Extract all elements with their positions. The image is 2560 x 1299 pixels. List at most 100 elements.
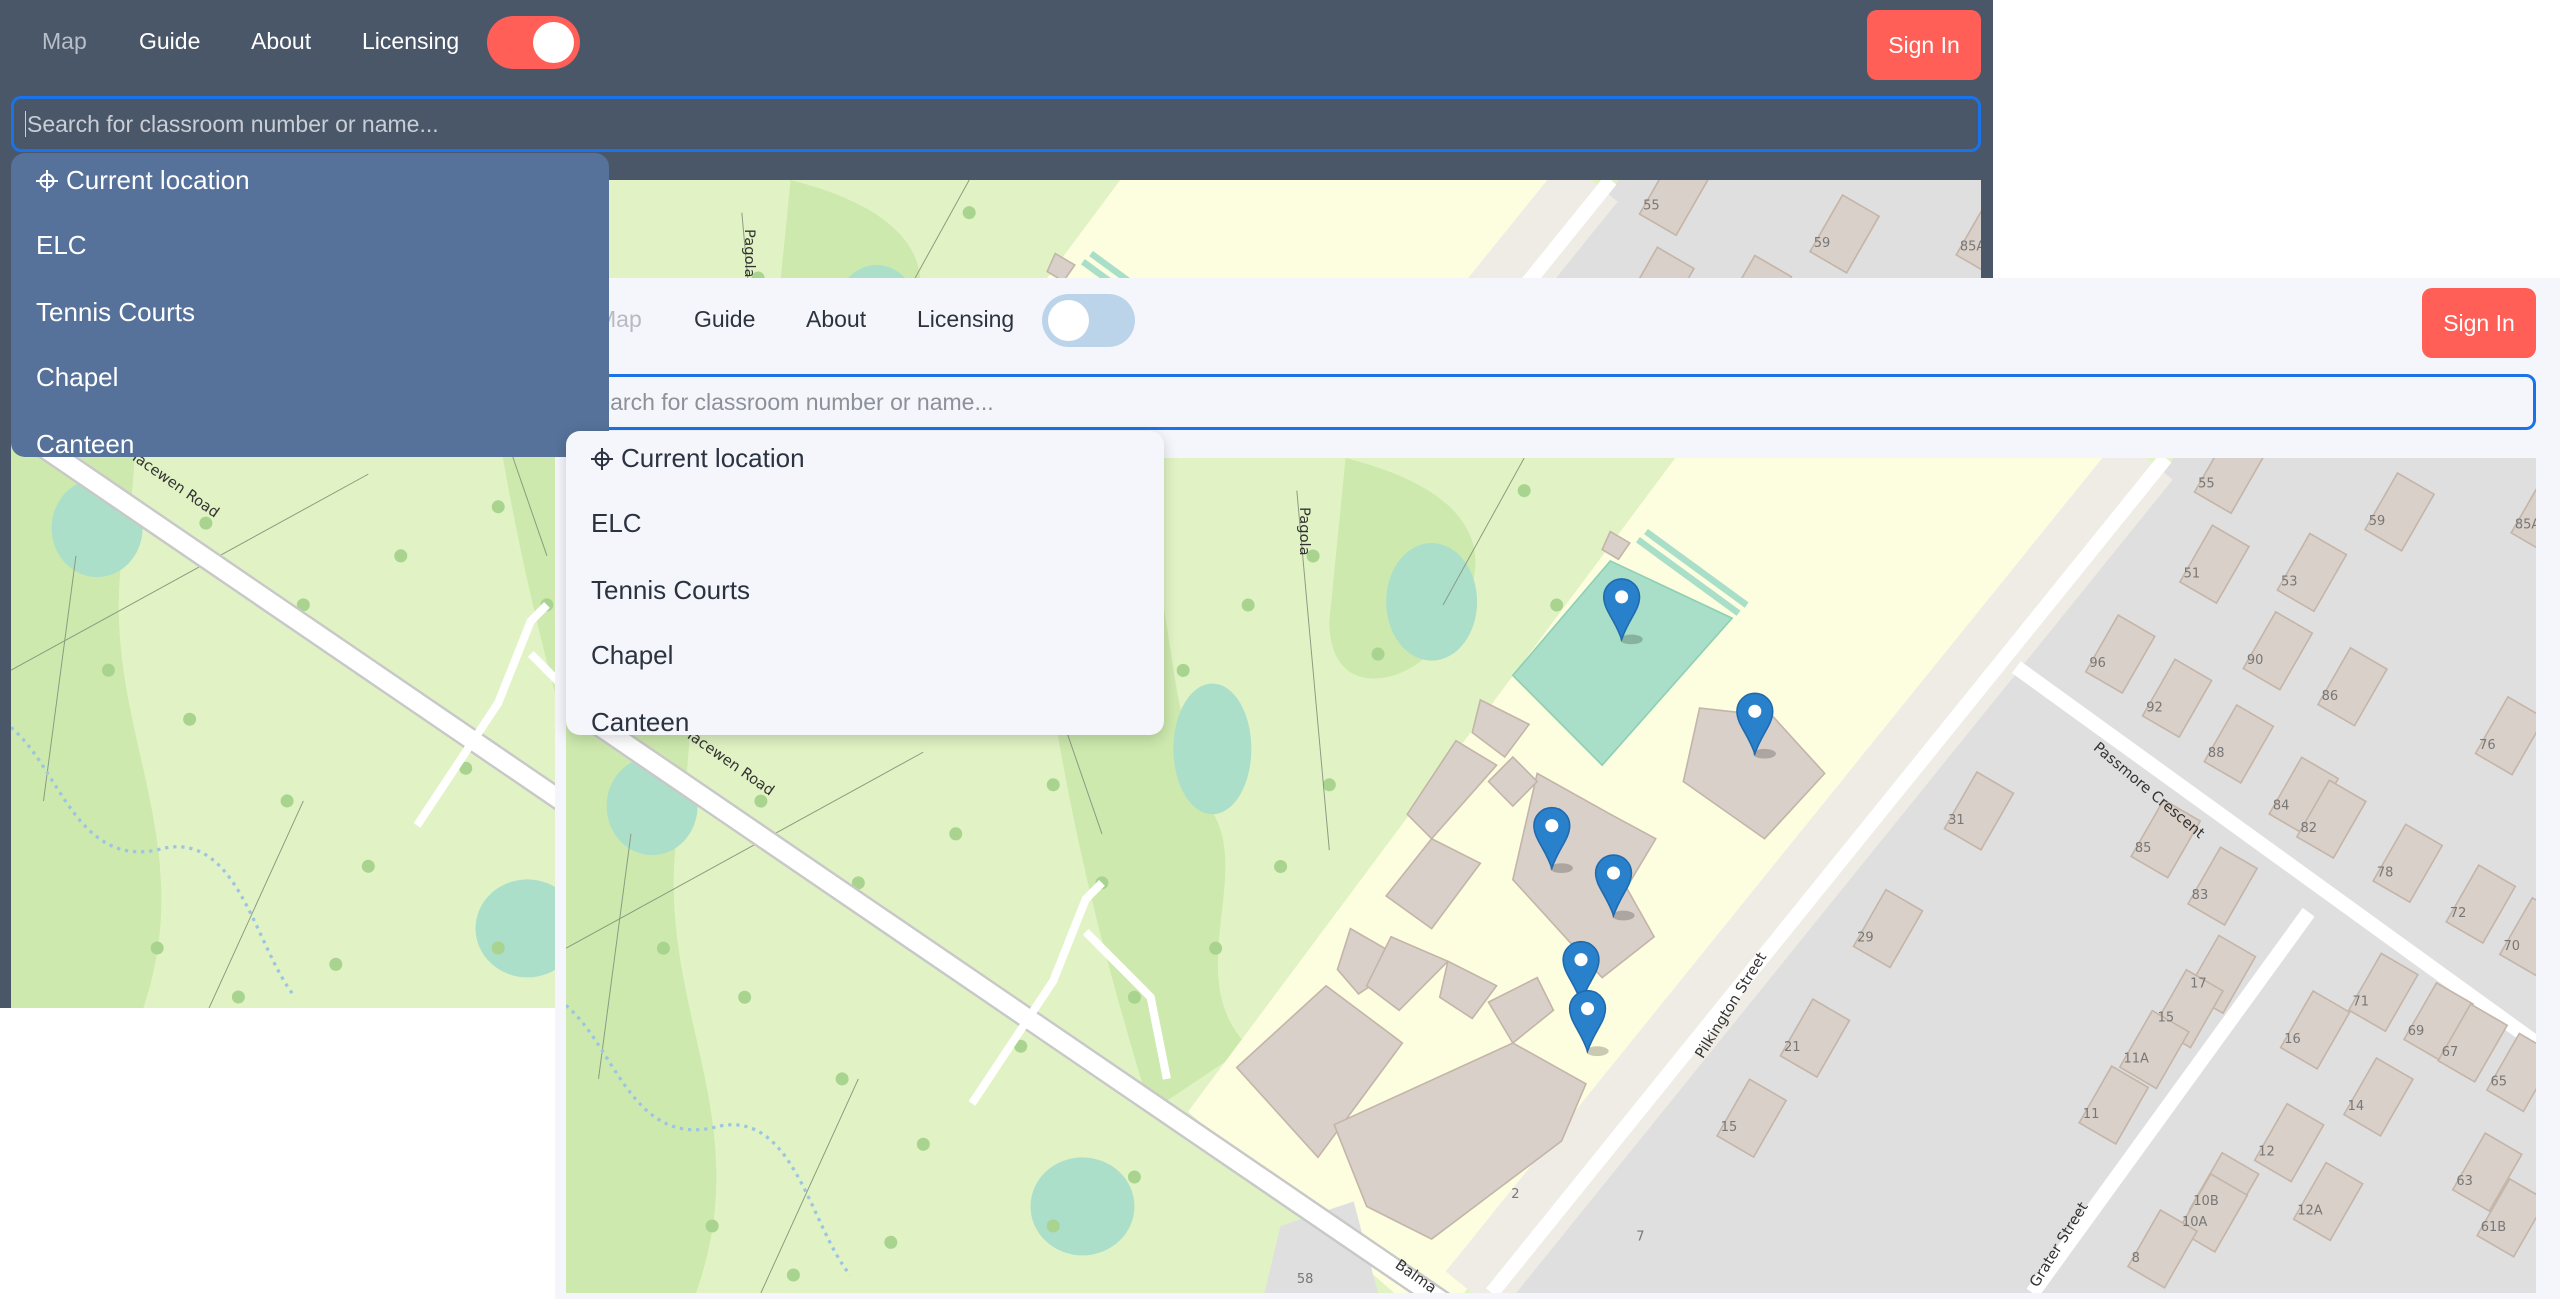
- tree-icon: [1322, 778, 1336, 792]
- nav-guide[interactable]: Guide: [139, 28, 200, 55]
- suggestion-label: Current location: [621, 443, 805, 473]
- theme-toggle[interactable]: [1042, 294, 1135, 347]
- house-number: 82: [2301, 821, 2318, 836]
- tree-icon: [394, 549, 408, 563]
- suggestion-label: Current location: [66, 165, 250, 195]
- suggestion-label: Chapel: [36, 362, 119, 392]
- tree-icon: [916, 1137, 930, 1151]
- house-number: 2: [1511, 1187, 1519, 1202]
- tree-icon: [1127, 990, 1141, 1004]
- house-number: 83: [2192, 888, 2209, 903]
- tree-icon: [1274, 859, 1288, 874]
- search-input[interactable]: [566, 374, 2536, 430]
- tree-icon: [786, 1268, 800, 1282]
- house-number: 85A: [2515, 517, 2536, 532]
- house-number: 71: [2352, 994, 2369, 1009]
- tree-icon: [1371, 647, 1385, 661]
- house-number: 10A: [2182, 1215, 2207, 1230]
- suggestion-label: Canteen: [591, 707, 690, 735]
- suggestion-item[interactable]: Current location: [36, 165, 250, 196]
- suggestion-label: Tennis Courts: [591, 575, 750, 605]
- house-number: 63: [2456, 1174, 2473, 1189]
- tree-icon: [491, 941, 505, 955]
- suggestion-label: Chapel: [591, 640, 674, 670]
- tree-icon: [329, 957, 343, 971]
- house-number: 61B: [2481, 1220, 2506, 1235]
- theme-toggle[interactable]: [487, 16, 580, 69]
- house-number: 86: [2322, 689, 2339, 704]
- house-number: 67: [2442, 1045, 2459, 1060]
- nav-map[interactable]: Map: [42, 28, 87, 55]
- crosshair-icon: [36, 169, 58, 192]
- house-number: 11: [2083, 1107, 2100, 1122]
- crosshair-icon: [591, 447, 613, 470]
- house-number: 11A: [2123, 1052, 2148, 1067]
- tree-icon: [231, 990, 245, 1004]
- tree-icon: [280, 794, 294, 808]
- nav-licensing[interactable]: Licensing: [362, 28, 459, 55]
- suggestion-item[interactable]: ELC: [591, 508, 642, 539]
- house-number: 59: [1814, 236, 1831, 251]
- house-number: 76: [2479, 738, 2496, 753]
- house-number: 16: [2284, 1032, 2301, 1047]
- tree-icon: [962, 206, 976, 220]
- house-number: 72: [2450, 906, 2467, 921]
- nav-licensing[interactable]: Licensing: [917, 306, 1014, 333]
- suggestion-label: Tennis Courts: [36, 297, 195, 327]
- suggestion-item[interactable]: Chapel: [591, 640, 673, 671]
- tree-icon: [361, 859, 375, 873]
- house-number: 51: [2184, 566, 2201, 581]
- tree-icon: [1046, 1219, 1060, 1233]
- house-number: 15: [1721, 1120, 1738, 1135]
- tree-icon: [835, 1072, 849, 1086]
- house-number: 31: [1948, 813, 1965, 828]
- suggestion-item[interactable]: Canteen: [36, 429, 134, 457]
- house-number: 55: [1643, 198, 1660, 213]
- house-number: 70: [2504, 939, 2521, 954]
- nav-about[interactable]: About: [251, 28, 311, 55]
- house-number: 58: [1297, 1272, 1314, 1287]
- nav-guide[interactable]: Guide: [694, 306, 755, 333]
- sign-in-button[interactable]: Sign In: [1867, 10, 1981, 80]
- street-label: Pagola: [741, 229, 758, 278]
- house-number: 84: [2273, 798, 2290, 813]
- tree-icon: [705, 1219, 719, 1233]
- tree-icon: [1550, 598, 1564, 612]
- toggle-knob[interactable]: [1048, 300, 1089, 341]
- suggestion-item[interactable]: Canteen: [591, 707, 689, 735]
- nav-about[interactable]: About: [806, 306, 866, 333]
- tree-icon: [1127, 1170, 1141, 1184]
- suggestion-label: Canteen: [36, 429, 135, 457]
- search-suggestions-dropdown: Current location ELC Tennis Courts Chapel Ca…: [11, 153, 609, 457]
- tree-icon: [656, 941, 670, 955]
- suggestion-item[interactable]: Tennis Courts: [591, 575, 750, 606]
- tree-icon: [1209, 941, 1223, 955]
- suggestion-item[interactable]: Chapel: [36, 362, 118, 393]
- suggestion-item[interactable]: ELC: [36, 230, 87, 261]
- suggestion-label: ELC: [591, 508, 642, 538]
- tree-icon: [949, 827, 963, 841]
- house-number: 8: [2132, 1251, 2140, 1266]
- tree-icon: [150, 941, 164, 955]
- house-number: 21: [1784, 1040, 1801, 1055]
- search-input[interactable]: [11, 96, 1981, 152]
- house-number: 7: [1636, 1230, 1644, 1245]
- tree-icon: [1517, 484, 1531, 498]
- toggle-knob[interactable]: [533, 22, 574, 63]
- house-number: 69: [2408, 1024, 2425, 1039]
- house-number: 90: [2247, 653, 2264, 668]
- house-number: 78: [2377, 865, 2394, 880]
- tree-icon: [1241, 598, 1255, 612]
- tree-icon: [101, 663, 115, 677]
- house-number: 88: [2208, 746, 2225, 761]
- house-number: 17: [2190, 976, 2207, 991]
- tree-icon: [491, 500, 505, 514]
- tree-icon: [183, 712, 197, 726]
- suggestion-item[interactable]: Tennis Courts: [36, 297, 195, 328]
- tree-icon: [884, 1235, 898, 1249]
- sign-in-button[interactable]: Sign In: [2422, 288, 2536, 358]
- house-number: 12: [2258, 1145, 2275, 1160]
- house-number: 12A: [2297, 1204, 2322, 1219]
- street-label: Pagola: [1296, 507, 1313, 556]
- suggestion-item[interactable]: Current location: [591, 443, 805, 474]
